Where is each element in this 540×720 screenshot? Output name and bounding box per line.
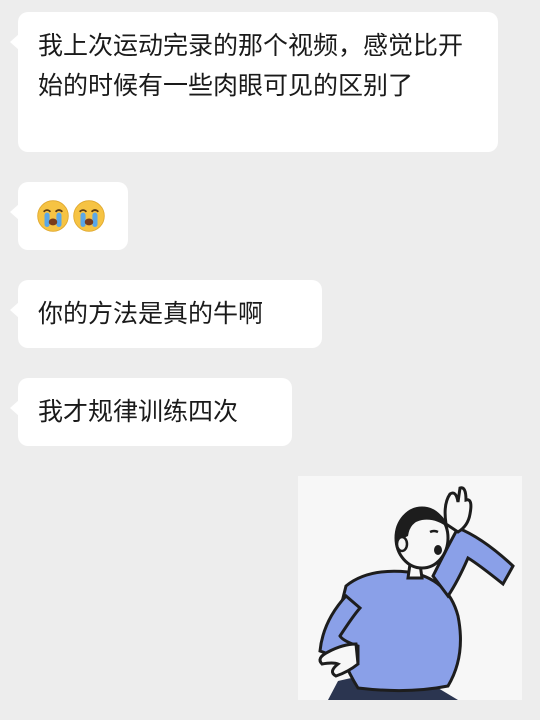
message-bubble[interactable]: 我上次运动完录的那个视频，感觉比开始的时候有一些肉眼可见的区别了 <box>10 12 498 152</box>
message-bubble[interactable]: 你的方法是真的牛啊 <box>10 280 322 348</box>
message-bubble[interactable]: 我才规律训练四次 <box>10 378 292 446</box>
dancing-man-sticker-icon <box>318 486 515 700</box>
message-text: 我才规律训练四次 <box>38 397 239 426</box>
message-text: 你的方法是真的牛啊 <box>38 299 264 328</box>
crying-face-icon <box>73 200 105 232</box>
message-text: 我上次运动完录的那个视频，感觉比开始的时候有一些肉眼可见的区别了 <box>38 31 464 100</box>
sticker-image[interactable] <box>298 476 522 700</box>
emoji-message-bubble[interactable] <box>10 182 128 250</box>
emoji-row <box>36 192 110 240</box>
chat-area: 我上次运动完录的那个视频，感觉比开始的时候有一些肉眼可见的区别了 你的方法是真的… <box>0 0 540 720</box>
crying-face-icon <box>37 200 69 232</box>
